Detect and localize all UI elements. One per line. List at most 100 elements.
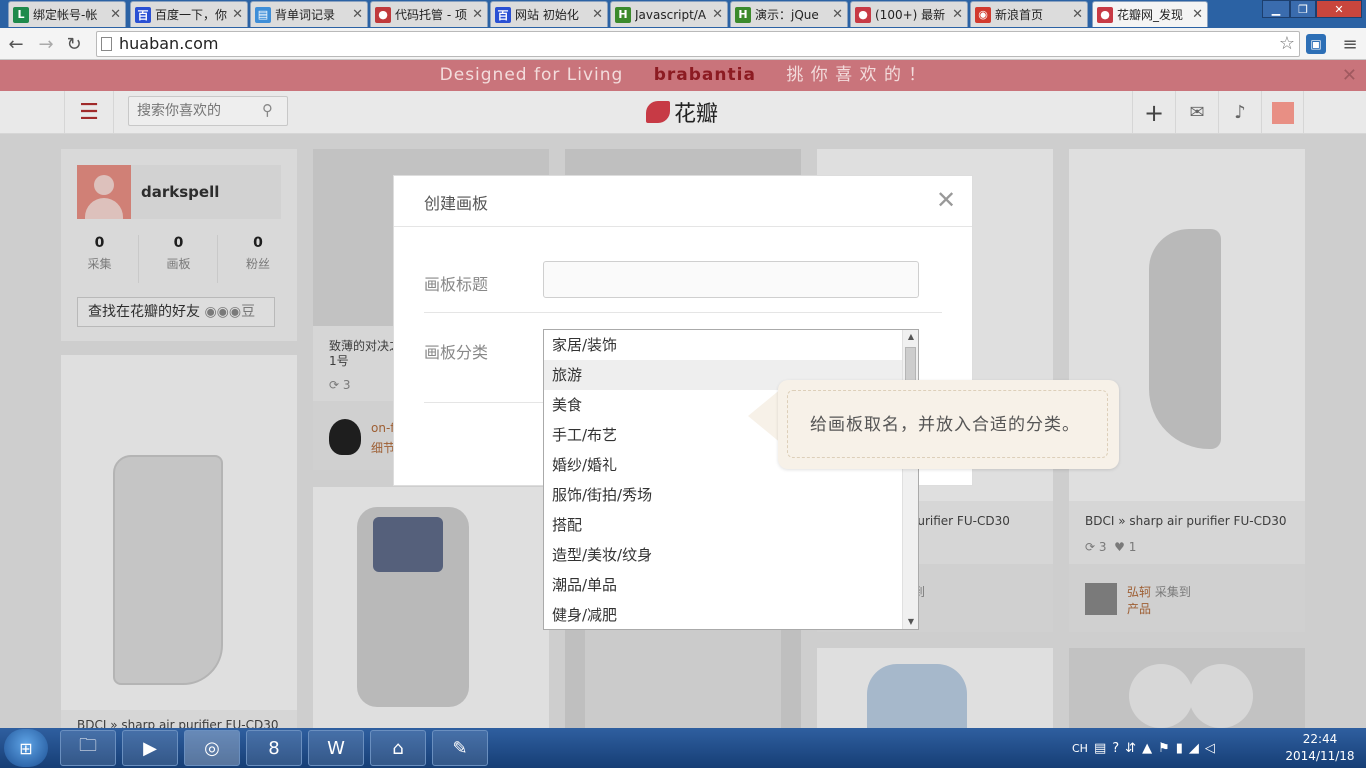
language-indicator[interactable]: CH	[1072, 728, 1088, 768]
tab-close-icon[interactable]: ✕	[472, 7, 483, 22]
home-app-icon[interactable]: ⌂	[370, 730, 426, 766]
scroll-up-icon[interactable]: ▲	[903, 330, 919, 344]
tab-favicon-icon: ◉	[975, 6, 991, 23]
board-title-label: 画板标题	[424, 275, 489, 294]
category-option[interactable]: 搭配	[544, 510, 902, 540]
tab-title: Javascript/A	[635, 7, 707, 22]
scroll-thumb[interactable]	[905, 347, 916, 381]
board-category-label: 画板分类	[424, 343, 489, 362]
media-player-icon[interactable]: ▶	[122, 730, 178, 766]
category-option[interactable]: 造型/美妆/纹身	[544, 540, 902, 570]
browser-tab[interactable]: 百网站 初始化 ✕	[490, 1, 608, 27]
help-tooltip: 给画板取名，并放入合适的分类。	[778, 380, 1119, 469]
maximize-button[interactable]: ❐	[1290, 0, 1316, 18]
browser-tab[interactable]: ● (100+) 最新 ✕	[850, 1, 968, 27]
tab-close-icon[interactable]: ✕	[352, 7, 363, 22]
close-icon[interactable]: ✕	[934, 186, 958, 214]
tab-close-icon[interactable]: ✕	[1072, 7, 1083, 22]
tab-favicon-icon: ▤	[255, 6, 271, 23]
browser-tab[interactable]: ◉ 新浪首页 ✕	[970, 1, 1088, 27]
date: 2014/11/18	[1285, 749, 1355, 763]
tab-title: 演示：jQue	[755, 8, 819, 22]
paint-icon[interactable]: ✎	[432, 730, 488, 766]
banner-slogan: Designed for Living	[439, 65, 624, 85]
time: 22:44	[1302, 732, 1338, 746]
browser-tab[interactable]: ● 代码托管 - 项 ✕	[370, 1, 488, 27]
tab-favicon-icon: ●	[855, 6, 871, 23]
site-logo[interactable]: 花瓣	[646, 97, 718, 127]
tab-close-icon[interactable]: ✕	[952, 7, 963, 22]
browser-tab-strip: L 绑定帐号-帐 ✕ 百百度一下，你 ✕ ▤ 背单词记录 ✕ ● 代码托管 - 项 ✕ 百网站 初始化…	[0, 0, 1366, 28]
user-avatar-button[interactable]	[1261, 91, 1304, 134]
chrome-menu-icon[interactable]: ≡	[1338, 32, 1362, 56]
divider	[424, 312, 942, 313]
chrome-icon[interactable]: ◎	[184, 730, 240, 766]
dialog-title: 创建画板	[424, 194, 489, 213]
tab-close-icon[interactable]: ✕	[832, 7, 843, 22]
banner-close-icon[interactable]: ✕	[1342, 60, 1358, 91]
tab-favicon-icon: H	[615, 6, 631, 23]
ad-banner[interactable]: Designed for Living brabantia 挑 你 喜 欢 的 …	[0, 60, 1366, 91]
category-option[interactable]: 服饰/街拍/秀场	[544, 480, 902, 510]
forward-icon[interactable]: →	[34, 32, 58, 56]
tab-close-icon[interactable]: ✕	[712, 7, 723, 22]
browser-tab[interactable]: ● 花瓣网_发现 ✕	[1092, 1, 1208, 27]
tab-close-icon[interactable]: ✕	[232, 7, 243, 22]
banner-brand: brabantia	[653, 65, 756, 85]
browser-tab[interactable]: ▤ 背单词记录 ✕	[250, 1, 368, 27]
explorer-icon[interactable]: 🗀	[60, 730, 116, 766]
clock[interactable]: 22:44 2014/11/18	[1284, 731, 1356, 765]
reload-icon[interactable]: ↻	[62, 32, 86, 56]
logo-text: 花瓣	[674, 102, 719, 127]
browser-tab[interactable]: 百百度一下，你 ✕	[130, 1, 248, 27]
tab-title: 代码托管 - 项	[395, 8, 467, 22]
browser-tab[interactable]: H 演示：jQue ✕	[730, 1, 848, 27]
bookmark-star-icon[interactable]: ☆	[1279, 32, 1295, 56]
mail-icon[interactable]: ✉	[1175, 91, 1218, 134]
tab-favicon-icon: L	[13, 6, 29, 23]
browser-tab[interactable]: H Javascript/A ✕	[610, 1, 728, 27]
tab-title: 背单词记录	[275, 8, 336, 22]
tab-title: (100+) 最新	[875, 8, 946, 22]
close-window-button[interactable]: ✕	[1316, 0, 1362, 18]
word-icon[interactable]: W	[308, 730, 364, 766]
category-select-list[interactable]: 家居/装饰 旅游 美食 手工/布艺 婚纱/婚礼 服饰/街拍/秀场 搭配 造型/美妆/纹身 潮品/…	[543, 329, 919, 630]
category-option[interactable]: 健身/减肥	[544, 600, 902, 630]
browser-tab[interactable]: L 绑定帐号-帐 ✕	[8, 1, 126, 27]
url-text: huaban.com	[119, 34, 219, 53]
start-button[interactable]: ⊞	[4, 729, 48, 767]
bell-icon[interactable]: ♪	[1218, 91, 1261, 134]
extension-icon[interactable]: ▣	[1306, 34, 1326, 54]
scroll-down-icon[interactable]: ▼	[903, 615, 919, 629]
divider	[394, 226, 972, 227]
app-8-icon[interactable]: 8	[246, 730, 302, 766]
tab-title: 网站 初始化	[515, 8, 579, 22]
tab-favicon-icon: H	[735, 6, 751, 23]
tab-title: 百度一下，你	[155, 8, 228, 22]
tab-title: 花瓣网_发现	[1117, 8, 1184, 22]
search-icon[interactable]: ⚲	[262, 101, 278, 119]
tray-icons[interactable]: ▤?⇵▲⚑▮◢◁	[1094, 728, 1221, 768]
windows-taskbar: ⊞ 🗀 ▶ ◎ 8 W ⌂ ✎ CH ▤?⇵▲⚑▮◢◁ 22:44 2014/1…	[0, 728, 1366, 768]
back-icon[interactable]: ←	[4, 32, 28, 56]
tab-favicon-icon: ●	[1097, 6, 1113, 23]
scrollbar[interactable]: ▲ ▼	[902, 330, 918, 629]
board-title-input[interactable]	[543, 261, 919, 298]
menu-icon[interactable]: ☰	[64, 91, 114, 134]
tab-favicon-icon: 百	[495, 6, 511, 23]
tab-close-icon[interactable]: ✕	[1192, 7, 1203, 22]
tab-favicon-icon: ●	[375, 6, 391, 23]
user-avatar-icon	[1271, 101, 1294, 124]
banner-cta: 挑 你 喜 欢 的 ！	[786, 65, 927, 85]
minimize-button[interactable]: ▁	[1262, 0, 1290, 18]
url-field[interactable]: huaban.com ☆	[96, 31, 1300, 57]
tab-close-icon[interactable]: ✕	[110, 7, 121, 22]
site-header: ☰ ⚲ 花瓣 + ✉ ♪	[0, 91, 1366, 134]
tab-favicon-icon: 百	[135, 6, 151, 23]
add-icon[interactable]: +	[1132, 91, 1175, 134]
category-option[interactable]: 潮品/单品	[544, 570, 902, 600]
tab-close-icon[interactable]: ✕	[592, 7, 603, 22]
category-option[interactable]: 家居/装饰	[544, 330, 902, 360]
tab-title: 绑定帐号-帐	[33, 8, 98, 22]
address-toolbar: ← → ↻ huaban.com ☆ ▣ ≡	[0, 28, 1366, 60]
